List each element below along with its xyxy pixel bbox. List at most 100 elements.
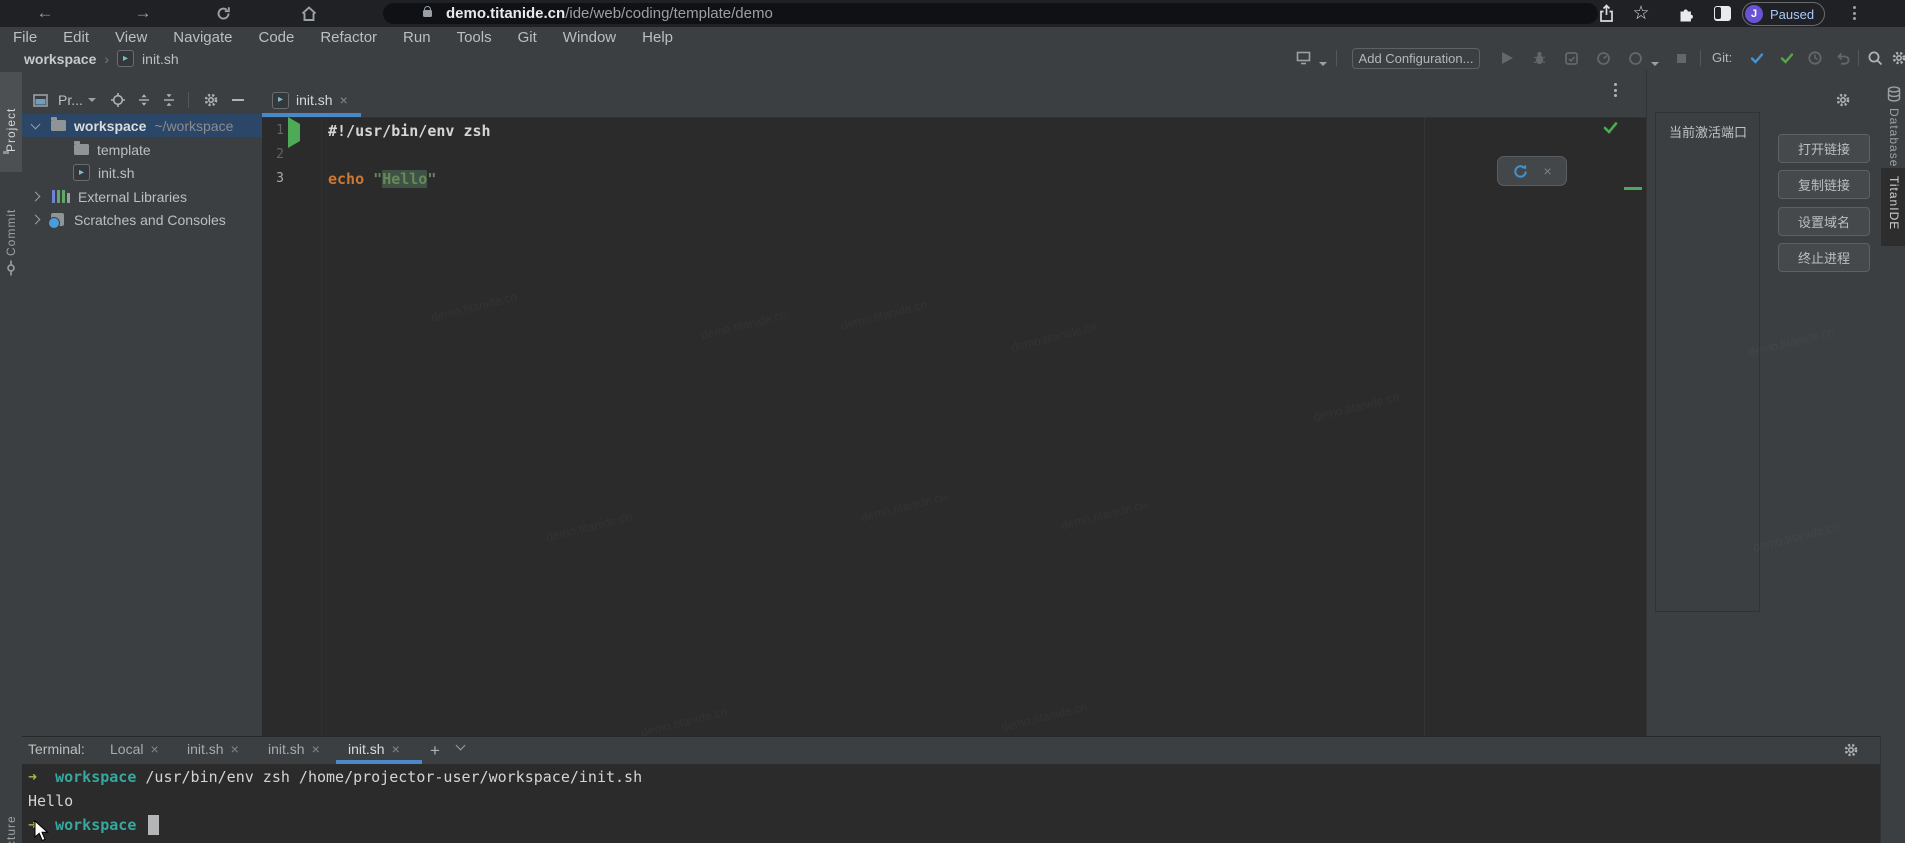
- run-with-options-button[interactable]: [1626, 49, 1644, 67]
- tool-stripe-structure[interactable]: Structure: [0, 758, 22, 843]
- bookmark-button[interactable]: ☆: [1630, 2, 1652, 24]
- browser-reload-button[interactable]: [212, 2, 234, 24]
- editor-options-button[interactable]: [1614, 83, 1617, 97]
- tool-stripe-commit[interactable]: Commit: [0, 180, 22, 280]
- gear-icon: [203, 92, 219, 108]
- menu-refactor[interactable]: Refactor: [307, 29, 390, 46]
- tool-stripe-project[interactable]: Project: [0, 72, 22, 172]
- profiler-button[interactable]: [1594, 49, 1612, 67]
- close-icon[interactable]: ×: [150, 741, 158, 757]
- tab-label: init.sh: [348, 741, 385, 757]
- project-panel-settings-button[interactable]: [203, 92, 219, 108]
- port-list[interactable]: [1655, 112, 1760, 612]
- tree-row-template[interactable]: template: [22, 138, 262, 161]
- chevron-down-icon[interactable]: [31, 119, 41, 129]
- terminal-tab-dropdown[interactable]: [457, 745, 464, 749]
- menu-navigate[interactable]: Navigate: [160, 29, 245, 46]
- shell-file-icon: ▸: [117, 50, 134, 67]
- run-line-button[interactable]: [288, 124, 300, 142]
- browser-home-button[interactable]: [298, 2, 320, 24]
- git-update-button[interactable]: [1748, 49, 1766, 67]
- titanide-panel: 当前激活端口 打开链接 复制链接 设置域名 终止进程 demo.titanide…: [1646, 70, 1881, 736]
- search-everywhere-button[interactable]: [1866, 49, 1884, 67]
- folder-icon: [74, 144, 89, 155]
- add-configuration-button[interactable]: Add Configuration...: [1352, 48, 1480, 69]
- tree-row-external-libraries[interactable]: External Libraries: [22, 185, 262, 208]
- rollback-button[interactable]: [1834, 49, 1852, 67]
- watermark: demo.titanide.cn: [1060, 498, 1149, 533]
- terminal-panel[interactable]: Terminal: Local× init.sh× init.sh× init.…: [22, 736, 1880, 843]
- terminal-tab-initsh-1[interactable]: init.sh×: [187, 741, 239, 757]
- expand-all-button[interactable]: [137, 92, 151, 108]
- close-icon[interactable]: ×: [312, 741, 320, 757]
- ide-toolbar: workspace › ▸ init.sh Add Configuration.…: [0, 47, 1905, 71]
- share-button[interactable]: [1595, 2, 1617, 24]
- profile-pill[interactable]: J Paused: [1742, 2, 1825, 26]
- run-config-selector-icon[interactable]: [1294, 49, 1312, 67]
- tree-row-workspace[interactable]: workspace ~/workspace: [22, 114, 262, 137]
- terminal-settings-button[interactable]: [1843, 742, 1859, 761]
- menu-tools[interactable]: Tools: [444, 29, 505, 46]
- menu-git[interactable]: Git: [505, 29, 550, 46]
- menu-window[interactable]: Window: [550, 29, 629, 46]
- close-icon[interactable]: ×: [392, 741, 400, 757]
- side-panel-button[interactable]: [1711, 2, 1733, 24]
- tree-row-initsh[interactable]: ▸ init.sh: [22, 161, 262, 184]
- editor-tab-initsh[interactable]: ▸ init.sh ×: [262, 87, 360, 113]
- close-icon[interactable]: ×: [340, 92, 348, 108]
- project-view-dropdown-icon[interactable]: [88, 92, 96, 108]
- titanide-panel-settings-button[interactable]: [1835, 92, 1851, 111]
- browser-menu-button[interactable]: [1843, 2, 1865, 24]
- extensions-button[interactable]: [1675, 2, 1697, 24]
- tree-label: template: [97, 142, 151, 158]
- locate-file-button[interactable]: [110, 92, 126, 108]
- breadcrumb-root[interactable]: workspace: [24, 51, 96, 67]
- close-icon[interactable]: ×: [1544, 163, 1552, 179]
- url-path: /ide/web/coding/template/demo: [565, 5, 773, 22]
- git-commit-button[interactable]: [1778, 49, 1796, 67]
- chevron-right-icon[interactable]: [31, 215, 41, 225]
- close-icon[interactable]: ×: [231, 741, 239, 757]
- collapse-all-button[interactable]: [162, 92, 176, 108]
- stop-button[interactable]: [1672, 49, 1690, 67]
- settings-button[interactable]: [1890, 49, 1905, 67]
- project-view-icon: [33, 92, 48, 108]
- rerun-icon[interactable]: [1512, 163, 1529, 180]
- toolbar-separator: [1858, 50, 1859, 66]
- set-domain-button[interactable]: 设置域名: [1778, 207, 1870, 236]
- terminal-tab-initsh-3-active[interactable]: init.sh ×: [348, 741, 400, 757]
- chevron-right-icon[interactable]: [31, 192, 41, 202]
- git-commit-icon: [1779, 50, 1795, 66]
- open-link-button[interactable]: 打开链接: [1778, 134, 1870, 163]
- editor-area[interactable]: ▸ init.sh × 1 2 3 #!/usr/bin/env zsh ech…: [262, 70, 1647, 736]
- project-view-selector[interactable]: Pr...: [58, 92, 83, 108]
- history-button[interactable]: [1806, 49, 1824, 67]
- terminal-tab-initsh-2[interactable]: init.sh×: [268, 741, 320, 757]
- menu-run[interactable]: Run: [390, 29, 444, 46]
- terminate-process-button[interactable]: 终止进程: [1778, 243, 1870, 272]
- menu-code[interactable]: Code: [245, 29, 307, 46]
- toolbar-separator: [1700, 50, 1701, 66]
- inspections-ok-icon[interactable]: [1602, 119, 1619, 136]
- menu-edit[interactable]: Edit: [50, 29, 102, 46]
- coverage-button[interactable]: [1562, 49, 1580, 67]
- terminal-tab-local[interactable]: Local×: [110, 741, 159, 757]
- breadcrumb-file[interactable]: init.sh: [142, 51, 179, 67]
- expand-all-icon: [137, 93, 151, 107]
- tree-row-scratches[interactable]: Scratches and Consoles: [22, 208, 262, 231]
- tool-stripe-titanide[interactable]: TitanIDE: [1881, 168, 1905, 246]
- menu-file[interactable]: File: [0, 29, 50, 46]
- hide-project-panel-button[interactable]: [232, 92, 244, 108]
- run-button[interactable]: [1498, 49, 1516, 67]
- prompt-arrow: ➜: [28, 768, 37, 786]
- new-terminal-tab-button[interactable]: +: [430, 741, 440, 761]
- debug-button[interactable]: [1530, 49, 1548, 67]
- browser-back-button[interactable]: ←: [34, 2, 56, 24]
- browser-forward-button[interactable]: →: [132, 2, 154, 24]
- copy-link-button[interactable]: 复制链接: [1778, 170, 1870, 199]
- run-gutter-icon: [288, 117, 300, 148]
- address-bar[interactable]: demo.titanide.cn/ide/web/coding/template…: [383, 3, 1598, 24]
- menu-view[interactable]: View: [102, 29, 160, 46]
- menu-help[interactable]: Help: [629, 29, 686, 46]
- code-line-1: #!/usr/bin/env zsh: [328, 119, 491, 143]
